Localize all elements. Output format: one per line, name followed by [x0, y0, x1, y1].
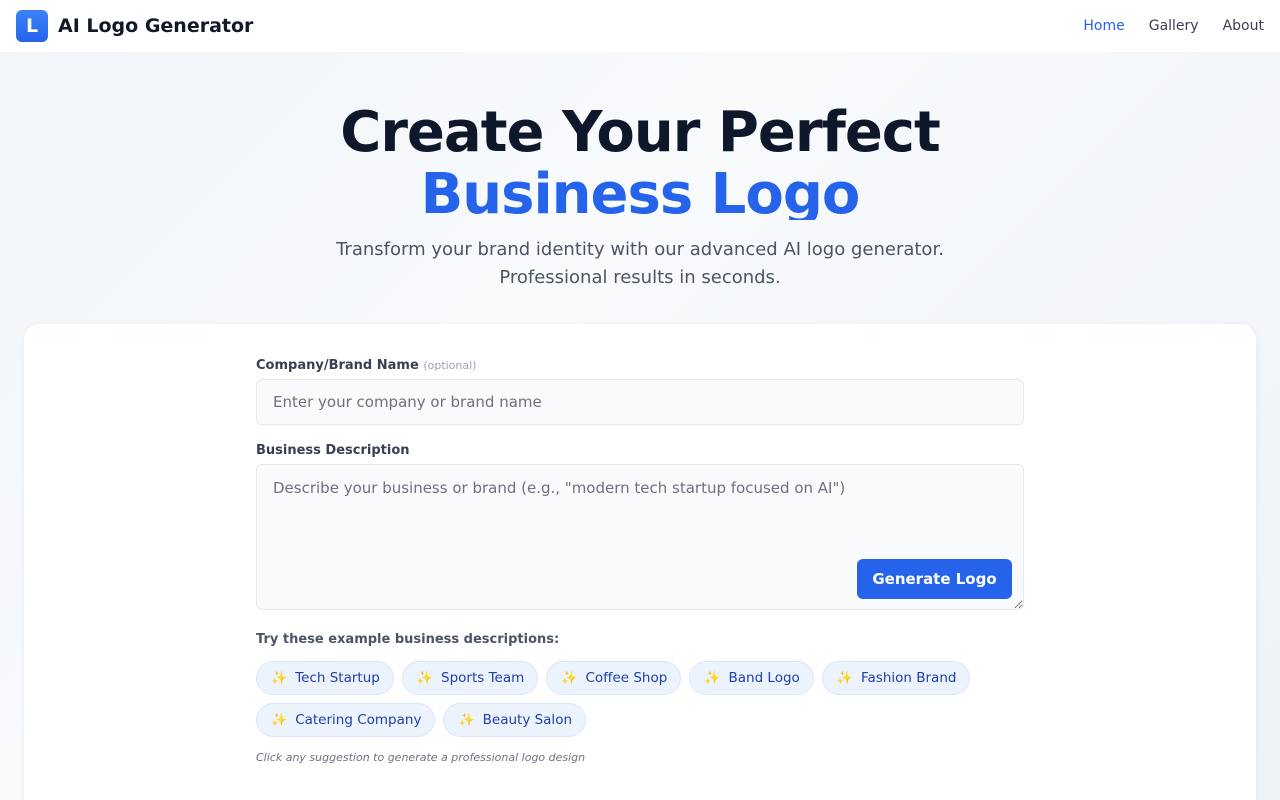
- sparkle-icon: ✨: [271, 712, 288, 728]
- brand-logo-icon: L: [16, 10, 48, 42]
- chip-beauty-salon[interactable]: ✨ Beauty Salon: [443, 703, 587, 737]
- hero: Create Your Perfect Business Logo Transf…: [0, 102, 1280, 292]
- sparkle-icon: ✨: [416, 670, 434, 686]
- chip-coffee-shop[interactable]: ✨ Coffee Shop: [546, 661, 682, 695]
- hero-subtitle: Transform your brand identity with our a…: [0, 236, 1280, 292]
- chip-band-logo[interactable]: ✨ Band Logo: [689, 661, 814, 695]
- main-nav: Home Gallery About: [1083, 18, 1264, 34]
- examples-hint: Click any suggestion to generate a profe…: [256, 751, 586, 764]
- chip-sports-team[interactable]: ✨ Sports Team: [401, 661, 539, 695]
- sparkle-icon: ✨: [458, 712, 475, 728]
- name-optional-tag: (optional): [423, 359, 477, 372]
- hero-title-line2: Business Logo: [420, 164, 861, 220]
- description-wrapper: Generate Logo: [256, 464, 1024, 610]
- chip-label: Catering Company: [295, 712, 422, 728]
- chip-label: Sports Team: [441, 670, 525, 686]
- company-name-input[interactable]: [256, 379, 1024, 425]
- sparkle-icon: ✨: [561, 670, 578, 686]
- sparkle-icon: ✨: [704, 670, 721, 686]
- generator-form: Company/Brand Name (optional) Business D…: [256, 358, 1024, 764]
- name-label-text: Company/Brand Name: [256, 358, 419, 373]
- nav-about[interactable]: About: [1223, 18, 1264, 34]
- description-label: Business Description: [256, 443, 410, 458]
- chip-label: Tech Startup: [295, 670, 380, 686]
- hero-subtitle-line1: Transform your brand identity with our a…: [336, 239, 944, 260]
- chip-label: Band Logo: [728, 670, 800, 686]
- nav-gallery[interactable]: Gallery: [1149, 18, 1199, 34]
- generator-card: Company/Brand Name (optional) Business D…: [24, 324, 1256, 800]
- brand-title: AI Logo Generator: [58, 15, 254, 37]
- chip-fashion-brand[interactable]: ✨ Fashion Brand: [821, 661, 971, 695]
- hero-subtitle-line2: Professional results in seconds.: [499, 267, 781, 288]
- example-chips: ✨ Tech Startup ✨ Sports Team ✨ Coffee Sh…: [256, 661, 1024, 737]
- name-label: Company/Brand Name (optional): [256, 358, 1024, 373]
- hero-title-line1: Create Your Perfect: [340, 100, 941, 165]
- examples-title: Try these example business descriptions:: [256, 632, 560, 647]
- chip-label: Beauty Salon: [482, 712, 573, 728]
- chip-catering-company[interactable]: ✨ Catering Company: [256, 703, 436, 737]
- chip-tech-startup[interactable]: ✨ Tech Startup: [256, 661, 394, 695]
- sparkle-icon: ✨: [271, 670, 288, 686]
- chip-label: Coffee Shop: [585, 670, 668, 686]
- chip-label: Fashion Brand: [861, 670, 957, 686]
- top-header: L AI Logo Generator Home Gallery About: [0, 0, 1280, 52]
- brand[interactable]: L AI Logo Generator: [16, 10, 253, 42]
- generate-logo-button[interactable]: Generate Logo: [857, 559, 1012, 599]
- nav-home[interactable]: Home: [1083, 18, 1124, 34]
- sparkle-icon: ✨: [836, 670, 853, 686]
